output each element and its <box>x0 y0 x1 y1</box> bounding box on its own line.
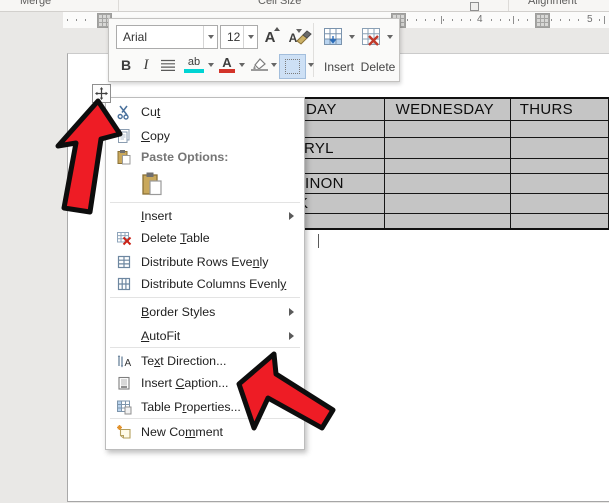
mini-toolbar: Arial 12 A A Insert Delete B I ab A <box>108 18 400 82</box>
bold-button[interactable]: B <box>117 55 135 75</box>
highlight-button[interactable]: ab <box>183 53 205 73</box>
menu-item-delete-table[interactable]: Delete Table <box>107 226 303 250</box>
table-cell[interactable] <box>509 173 609 194</box>
table-cell[interactable] <box>509 120 609 138</box>
chevron-down-icon[interactable] <box>349 35 355 39</box>
ribbon-group-merge: Merge <box>20 0 52 7</box>
dialog-launcher-icon[interactable] <box>470 2 479 11</box>
highlight-color-bar <box>184 69 204 73</box>
highlight-label: ab <box>187 56 201 68</box>
ruler-mid-tick <box>604 16 605 24</box>
font-color-label: A <box>222 54 232 70</box>
new-comment-icon <box>116 424 132 440</box>
insert-table-button[interactable] <box>322 26 344 48</box>
font-size-combo[interactable]: 12 <box>220 25 258 49</box>
bold-label: B <box>120 57 132 73</box>
chevron-down-icon[interactable] <box>208 63 214 67</box>
table-cell[interactable] <box>383 213 511 230</box>
ruler-ticks <box>551 19 583 21</box>
menu-item-paste-options: Paste Options: <box>107 145 303 169</box>
line-spacing-button[interactable] <box>159 57 177 73</box>
ruler-number-5: 5 <box>587 14 593 25</box>
italic-button[interactable]: I <box>139 55 153 75</box>
red-arrow-up-annotation <box>55 98 123 215</box>
ribbon-separator <box>508 0 509 11</box>
format-painter-icon <box>296 30 312 45</box>
menu-separator <box>110 202 300 203</box>
table-cell[interactable] <box>383 193 511 214</box>
borders-button[interactable] <box>279 54 306 79</box>
chevron-down-icon[interactable] <box>387 35 393 39</box>
chevron-down-icon[interactable] <box>203 26 217 48</box>
ribbon-separator <box>118 0 119 11</box>
menu-item-distribute-columns[interactable]: Distribute Columns Evenly <box>107 272 303 296</box>
insert-caption-icon <box>116 375 132 391</box>
ribbon-group-alignment: Alignment <box>528 0 577 7</box>
grow-font-button[interactable]: A <box>259 26 281 48</box>
table-cell[interactable] <box>383 120 511 138</box>
paint-bucket-icon <box>250 57 268 71</box>
toolbar-separator <box>313 23 314 77</box>
chevron-down-icon[interactable] <box>243 26 257 48</box>
delete-table-icon <box>362 28 380 46</box>
submenu-arrow-icon <box>289 212 294 220</box>
table-cell[interactable] <box>509 193 609 214</box>
ruler-number-4: 4 <box>477 14 483 25</box>
delete-table-icon <box>116 230 132 246</box>
up-caret-icon <box>274 27 280 31</box>
table-cell[interactable] <box>509 158 609 174</box>
menu-item-cut[interactable]: Cut <box>107 100 303 124</box>
menu-item-distribute-rows[interactable]: Distribute Rows Evenly <box>107 250 303 274</box>
menu-separator <box>110 297 300 298</box>
table-cell[interactable] <box>509 213 609 230</box>
delete-button-label[interactable]: Delete <box>356 60 400 74</box>
submenu-arrow-icon <box>289 332 294 340</box>
table-cell-thursday[interactable]: THURS <box>509 97 609 121</box>
ruler-mid-tick <box>513 16 514 24</box>
table-cell[interactable] <box>383 137 511 159</box>
ribbon-group-strip: Merge Cell Size Alignment <box>0 0 609 12</box>
font-size-value: 12 <box>227 30 241 44</box>
ruler-table-marker[interactable] <box>535 13 550 28</box>
svg-text:A: A <box>125 358 132 369</box>
insert-button-label[interactable]: Insert <box>317 60 361 74</box>
italic-label: I <box>143 56 149 73</box>
font-name-combo[interactable]: Arial <box>116 25 218 49</box>
ribbon-group-cell-size: Cell Size <box>258 0 302 7</box>
chevron-down-icon[interactable] <box>239 63 245 67</box>
submenu-arrow-icon <box>289 308 294 316</box>
table-cell[interactable] <box>383 173 511 194</box>
menu-item-border-styles[interactable]: Border Styles <box>107 300 303 324</box>
menu-row-paste-buttons <box>107 171 303 199</box>
word-window: Merge Cell Size Alignment 4 5 DAY WEDNES… <box>0 0 609 503</box>
delete-table-button[interactable] <box>360 26 382 48</box>
chevron-down-icon[interactable] <box>271 63 277 67</box>
shading-button[interactable] <box>248 54 270 74</box>
font-name-value: Arial <box>123 30 148 44</box>
table-cell-wednesday[interactable]: WEDNESDAY <box>383 97 511 121</box>
table-cell[interactable] <box>509 137 609 159</box>
font-color-button[interactable]: A <box>218 53 236 73</box>
borders-icon <box>285 59 300 74</box>
ruler-mid-tick <box>441 16 442 24</box>
paste-keep-formatting-icon <box>142 172 162 196</box>
menu-item-insert[interactable]: Insert <box>107 204 303 228</box>
table-properties-icon <box>116 399 132 415</box>
menu-item-autofit[interactable]: AutoFit <box>107 324 303 348</box>
insert-table-icon <box>324 28 342 45</box>
text-cursor <box>318 234 319 248</box>
distribute-columns-icon <box>116 276 132 292</box>
distribute-rows-icon <box>116 254 132 270</box>
ruler-ticks <box>67 19 94 21</box>
paste-option-button[interactable] <box>140 171 164 197</box>
ruler-ticks <box>491 19 531 21</box>
chevron-down-icon[interactable] <box>308 63 314 67</box>
table-cell[interactable] <box>383 158 511 174</box>
font-color-bar <box>219 69 235 73</box>
grow-font-label: A <box>264 28 276 46</box>
lines-icon <box>161 59 175 71</box>
red-arrow-left-annotation <box>236 351 336 431</box>
text-direction-icon: A <box>116 353 132 369</box>
format-painter-button[interactable] <box>293 24 315 48</box>
